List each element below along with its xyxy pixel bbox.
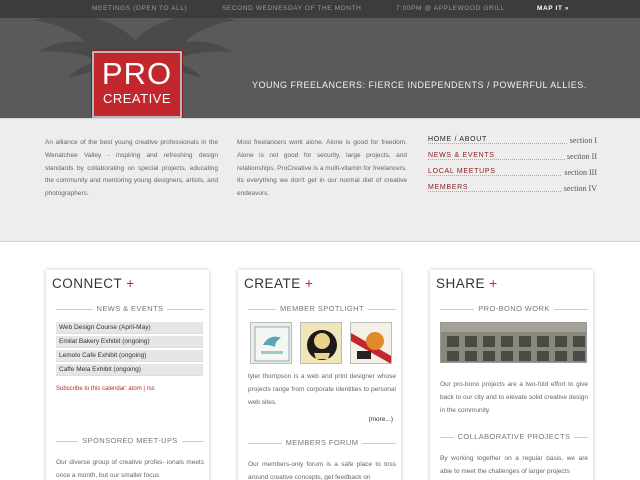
nav-label[interactable]: MEMBERS bbox=[428, 184, 471, 191]
logo-pro-text: PRO bbox=[101, 56, 173, 91]
nav-section-number: section III bbox=[562, 168, 597, 177]
top-info-bar: MEETINGS (OPEN TO ALL) SECOND WEDNESDAY … bbox=[0, 0, 640, 18]
plus-icon[interactable]: + bbox=[305, 276, 313, 291]
news-events-heading: NEWS & EVENTS bbox=[56, 304, 204, 314]
member-spotlight-heading: MEMBER SPOTLIGHT bbox=[248, 304, 396, 314]
rss-link[interactable]: rss bbox=[147, 386, 155, 392]
pro-bono-building-photo bbox=[440, 322, 587, 363]
section-nav: HOME / ABOUT section I NEWS & EVENTS sec… bbox=[428, 136, 597, 200]
nav-label[interactable]: NEWS & EVENTS bbox=[428, 152, 497, 159]
logo-creative-text: CREATIVE bbox=[102, 91, 172, 106]
nav-item-members[interactable]: MEMBERS section IV bbox=[428, 184, 597, 200]
nav-item-local-meetups[interactable]: LOCAL MEETUPS section III bbox=[428, 168, 597, 184]
procreative-logo[interactable]: PRO CREATIVE bbox=[91, 50, 183, 118]
intro-paragraph-freelancers: Most freelancers work alone. Alone is go… bbox=[237, 139, 407, 198]
plus-icon[interactable]: + bbox=[489, 276, 497, 291]
spotlight-thumbnail-3[interactable] bbox=[350, 322, 392, 364]
nav-section-number: section I bbox=[567, 136, 597, 145]
share-column: SHARE + PRO-BONO WORK Our pro-bono proje… bbox=[430, 270, 593, 480]
create-title: CREATE bbox=[244, 276, 301, 291]
site-tagline: YOUNG FREELANCERS: FIERCE INDEPENDENTS /… bbox=[252, 80, 587, 90]
plus-icon[interactable]: + bbox=[126, 276, 134, 291]
poster-art-icon bbox=[351, 323, 391, 363]
connect-title: CONNECT bbox=[52, 276, 123, 291]
nav-section-number: section II bbox=[565, 152, 597, 161]
members-forum-heading: MEMBERS FORUM bbox=[248, 438, 396, 448]
event-item[interactable]: Lemolo Cafe Exhibit (ongoing) bbox=[56, 350, 203, 362]
pro-bono-text: Our pro-bono projects are a two-fold eff… bbox=[440, 381, 588, 414]
intro-section: An alliance of the best young creative p… bbox=[0, 118, 640, 242]
share-title: SHARE bbox=[436, 276, 486, 291]
event-item[interactable]: Emilat Bakery Exhibit (ongoing) bbox=[56, 336, 203, 348]
column-title: CONNECT + bbox=[52, 276, 135, 291]
bird-logo-icon bbox=[254, 326, 290, 362]
collaborative-projects-heading: COLLABORATIVE PROJECTS bbox=[440, 432, 588, 442]
location-info: 7:00PM @ APPLEWOOD GRILL bbox=[396, 5, 506, 12]
pro-bono-heading: PRO-BONO WORK bbox=[440, 304, 588, 314]
nav-item-home-about[interactable]: HOME / ABOUT section I bbox=[428, 136, 597, 152]
site-header: PRO CREATIVE YOUNG FREELANCERS: FIERCE I… bbox=[0, 18, 640, 118]
nav-label[interactable]: LOCAL MEETUPS bbox=[428, 168, 498, 175]
schedule-info: SECOND WEDNESDAY OF THE MONTH bbox=[222, 5, 362, 12]
queen-logo-icon bbox=[301, 323, 341, 363]
main-content: CONNECT + NEWS & EVENTS Web Design Cours… bbox=[0, 242, 640, 480]
collaborative-projects-text: By working together on a regular basis, … bbox=[440, 455, 588, 475]
spotlight-text: tyler thompson is a web and print design… bbox=[248, 373, 396, 406]
atom-link[interactable]: atom bbox=[128, 386, 141, 392]
nav-label[interactable]: HOME / ABOUT bbox=[428, 136, 489, 143]
nav-section-number: section IV bbox=[561, 184, 597, 193]
intro-paragraph-alliance: An alliance of the best young creative p… bbox=[45, 139, 218, 198]
spotlight-thumbnail-2[interactable] bbox=[300, 322, 342, 364]
link-separator: | bbox=[143, 386, 145, 392]
subscribe-calendar: Subscribe to this calendar: atom | rss bbox=[56, 386, 155, 392]
event-item[interactable]: Web Design Course (April-May) bbox=[56, 322, 203, 334]
create-column: CREATE + MEMBER SPOTLIGHT tyler thompson… bbox=[238, 270, 401, 480]
nav-item-news-events[interactable]: NEWS & EVENTS section II bbox=[428, 152, 597, 168]
spotlight-thumbnail-1[interactable] bbox=[250, 322, 292, 364]
subscribe-label: Subscribe to this calendar: bbox=[56, 386, 127, 392]
members-forum-text: Our members-only forum is a safe place t… bbox=[248, 461, 396, 480]
event-item[interactable]: Caffe Mela Exhibit (ongoing) bbox=[56, 364, 203, 376]
connect-column: CONNECT + NEWS & EVENTS Web Design Cours… bbox=[46, 270, 209, 480]
column-title: SHARE + bbox=[436, 276, 498, 291]
sponsored-meetups-heading: SPONSORED MEET-UPS bbox=[56, 436, 204, 446]
meetings-info: MEETINGS (OPEN TO ALL) bbox=[92, 5, 188, 12]
column-title: CREATE + bbox=[244, 276, 313, 291]
building-image-icon bbox=[441, 323, 586, 362]
more-link[interactable]: (more...) bbox=[368, 416, 393, 423]
map-it-link[interactable]: MAP IT » bbox=[537, 5, 569, 12]
sponsored-meetups-text: Our diverse group of creative profes- io… bbox=[56, 459, 204, 479]
